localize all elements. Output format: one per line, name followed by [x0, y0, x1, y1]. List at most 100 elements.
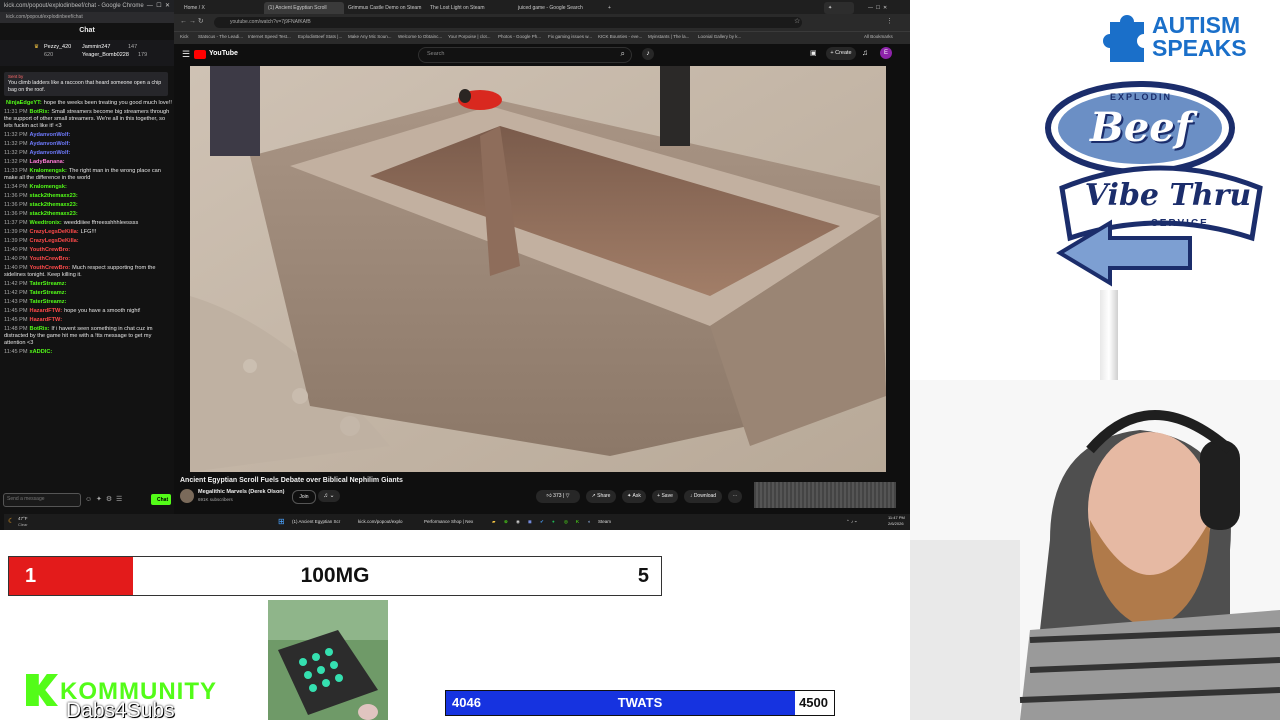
pinned-label: Sent by — [8, 74, 24, 79]
message-username[interactable]: YouthCrewBro: — [30, 247, 71, 253]
folder-icon[interactable]: ▰ — [492, 517, 495, 527]
message-username[interactable]: stack2themaxx23: — [30, 211, 78, 217]
video-player[interactable] — [190, 66, 886, 472]
taskbar-item[interactable]: Steam — [598, 517, 611, 527]
message-username[interactable]: AydanvonWolf: — [30, 132, 71, 138]
create-button[interactable]: + Create — [826, 47, 856, 60]
message-username[interactable]: CrazyLegsDeKilla: — [30, 229, 79, 235]
bookmark-item[interactable]: Myinstants | The la... — [648, 34, 689, 39]
download-button[interactable]: ↓ Download — [684, 490, 722, 503]
message-username[interactable]: TaterStreamz: — [30, 281, 67, 287]
bookmark-item[interactable]: Photos - Google Ph... — [498, 34, 541, 39]
address-bar[interactable]: youtube.com/watch?v=7j9FNAfKAfB — [214, 17, 802, 28]
users-icon[interactable]: ☰ — [116, 496, 122, 503]
tab-youtube[interactable]: (1) Ancient Egyptian Scroll — [264, 2, 344, 14]
xbox-icon[interactable]: ⊗ — [504, 517, 508, 527]
message-username[interactable]: TaterStreamz: — [30, 299, 67, 305]
bookmark-item[interactable]: Fix gaming issues w... — [548, 34, 592, 39]
more-actions-icon[interactable]: ⋯ — [728, 490, 742, 503]
windows-start-icon[interactable]: ⊞ — [278, 517, 285, 527]
chat-input-box[interactable] — [3, 493, 81, 507]
recommended-thumbnail[interactable] — [754, 482, 896, 508]
app-icon[interactable]: ◉ — [516, 517, 520, 527]
bookmark-item[interactable]: Statscus - The Leadi... — [198, 34, 243, 39]
browser-window-controls[interactable]: — ☐ ✕ — [864, 2, 912, 14]
bookmark-item[interactable]: Internet Speed Test... — [248, 34, 291, 39]
chat-send-button[interactable]: Chat — [151, 494, 171, 505]
join-button[interactable]: Join — [292, 490, 316, 504]
channel-avatar[interactable] — [180, 489, 194, 503]
settings-icon[interactable]: ⚙ — [106, 496, 112, 503]
app-icon[interactable]: ✔ — [540, 517, 544, 527]
message-username[interactable]: LadyBanana: — [30, 159, 65, 165]
taskbar-item[interactable]: kick.com/popout/explo — [358, 517, 420, 527]
chat-message-input[interactable] — [4, 494, 80, 504]
share-button[interactable]: ↗ Share — [586, 490, 616, 503]
bookmark-item[interactable]: All Bookmarks — [864, 34, 893, 39]
hamburger-icon[interactable]: ☰ — [182, 49, 190, 60]
obs-icon[interactable]: ◎ — [564, 517, 568, 527]
kick-icon[interactable]: K — [576, 517, 579, 527]
bookmark-item[interactable]: Kick — [180, 34, 189, 39]
message-username[interactable]: AydanvonWolf: — [30, 150, 71, 156]
message-username[interactable]: NinjaEdgeYT: — [6, 100, 42, 106]
message-username[interactable]: BotRix: — [30, 326, 50, 332]
youtube-logo-icon[interactable] — [194, 50, 206, 59]
message-username[interactable]: Kralomengsk: — [30, 168, 67, 174]
tab-lost-light[interactable]: The Lost Light on Steam — [426, 2, 512, 14]
bookmark-item[interactable]: Loonial Gallery by k... — [698, 34, 741, 39]
steam-icon[interactable]: ◐ — [588, 517, 591, 527]
microphone-icon[interactable]: ♪ — [642, 48, 654, 60]
taskbar-item[interactable]: Performance Shop | Nex — [424, 517, 486, 527]
bookmark-item[interactable]: ExplodinBeef Stats |... — [298, 34, 342, 39]
account-avatar[interactable]: E — [880, 47, 892, 59]
bookmark-item[interactable]: Your Porpoise | clot... — [448, 34, 491, 39]
bookmark-item[interactable]: Make Any Mic Soun... — [348, 34, 392, 39]
chat-url-bar[interactable]: kick.com/popout/explodinbeef/chat — [0, 12, 174, 23]
beef-sub-text: Vibe Thru — [1084, 178, 1252, 213]
channel-name[interactable]: Megalithic Marvels (Derek Olson) — [198, 489, 285, 495]
tab-google-search[interactable]: juiced game - Google Search — [514, 2, 602, 14]
ask-button[interactable]: ✦ Ask — [622, 490, 646, 503]
message-username[interactable]: CrazyLegsDeKilla: — [30, 238, 79, 244]
menu-icon[interactable]: ⋮ — [886, 17, 893, 25]
spotify-icon[interactable]: ● — [552, 517, 555, 527]
discord-icon[interactable]: ◼ — [528, 517, 532, 527]
message-username[interactable]: TaterStreamz: — [30, 290, 67, 296]
pinned-message[interactable]: Sent by You climb ladders like a raccoon… — [4, 72, 168, 96]
nav-buttons[interactable]: ← → ↻ — [180, 17, 204, 25]
message-username[interactable]: YouthCrewBro: — [30, 265, 71, 271]
bookmark-item[interactable]: KICK Bounties - eve... — [598, 34, 642, 39]
message-username[interactable]: Kralomengsk: — [30, 184, 67, 190]
gemini-button[interactable]: ✦ — [824, 2, 854, 14]
message-username[interactable]: YouthCrewBro: — [30, 256, 71, 262]
message-time: 11:39 PM — [4, 229, 28, 235]
tab-home-x[interactable]: Home / X — [180, 2, 264, 14]
gift-icon[interactable]: ✦ — [96, 496, 102, 503]
message-username[interactable]: HazardFTW: — [30, 317, 63, 323]
message-username[interactable]: AydanvonWolf: — [30, 141, 71, 147]
search-icon[interactable]: ⌕ — [621, 49, 625, 59]
message-username[interactable]: xADDIC: — [30, 349, 53, 355]
window-controls[interactable]: — ☐ ✕ — [147, 0, 170, 12]
taskbar-item[interactable]: (1) Ancient Egyptian Scr — [292, 517, 354, 527]
new-tab-button[interactable]: + — [604, 2, 618, 14]
bookmark-item[interactable]: Welcome to Obtainc... — [398, 34, 442, 39]
message-username[interactable]: stack2themaxx23: — [30, 193, 78, 199]
emote-icon[interactable]: ☺ — [85, 496, 92, 503]
save-button[interactable]: + Save — [652, 490, 678, 503]
cast-icon[interactable]: ▣ — [810, 49, 817, 57]
score-title: 100MG — [300, 564, 370, 587]
youtube-logo-text[interactable]: YouTube — [209, 50, 238, 57]
message-username[interactable]: BotRix: — [30, 109, 50, 115]
notifications-icon[interactable]: ♫ — [862, 48, 868, 57]
message-username[interactable]: Weedtronix: — [30, 220, 62, 226]
like-dislike-button[interactable]: 👍︎ 373 | ▽ — [536, 490, 580, 503]
message-username[interactable]: HazardFTW: — [30, 308, 63, 314]
star-icon[interactable]: ☆ — [794, 17, 800, 25]
youtube-search[interactable]: Search ⌕ — [418, 47, 632, 63]
subscribe-bell-icon[interactable]: ♫ ⌄ — [318, 490, 340, 502]
tray-icons[interactable]: ⌃ ♪ ⌁ — [846, 517, 857, 527]
tab-grimmus[interactable]: Grimmus Castle Demo on Steam — [344, 2, 424, 14]
message-username[interactable]: stack2themaxx23: — [30, 202, 78, 208]
